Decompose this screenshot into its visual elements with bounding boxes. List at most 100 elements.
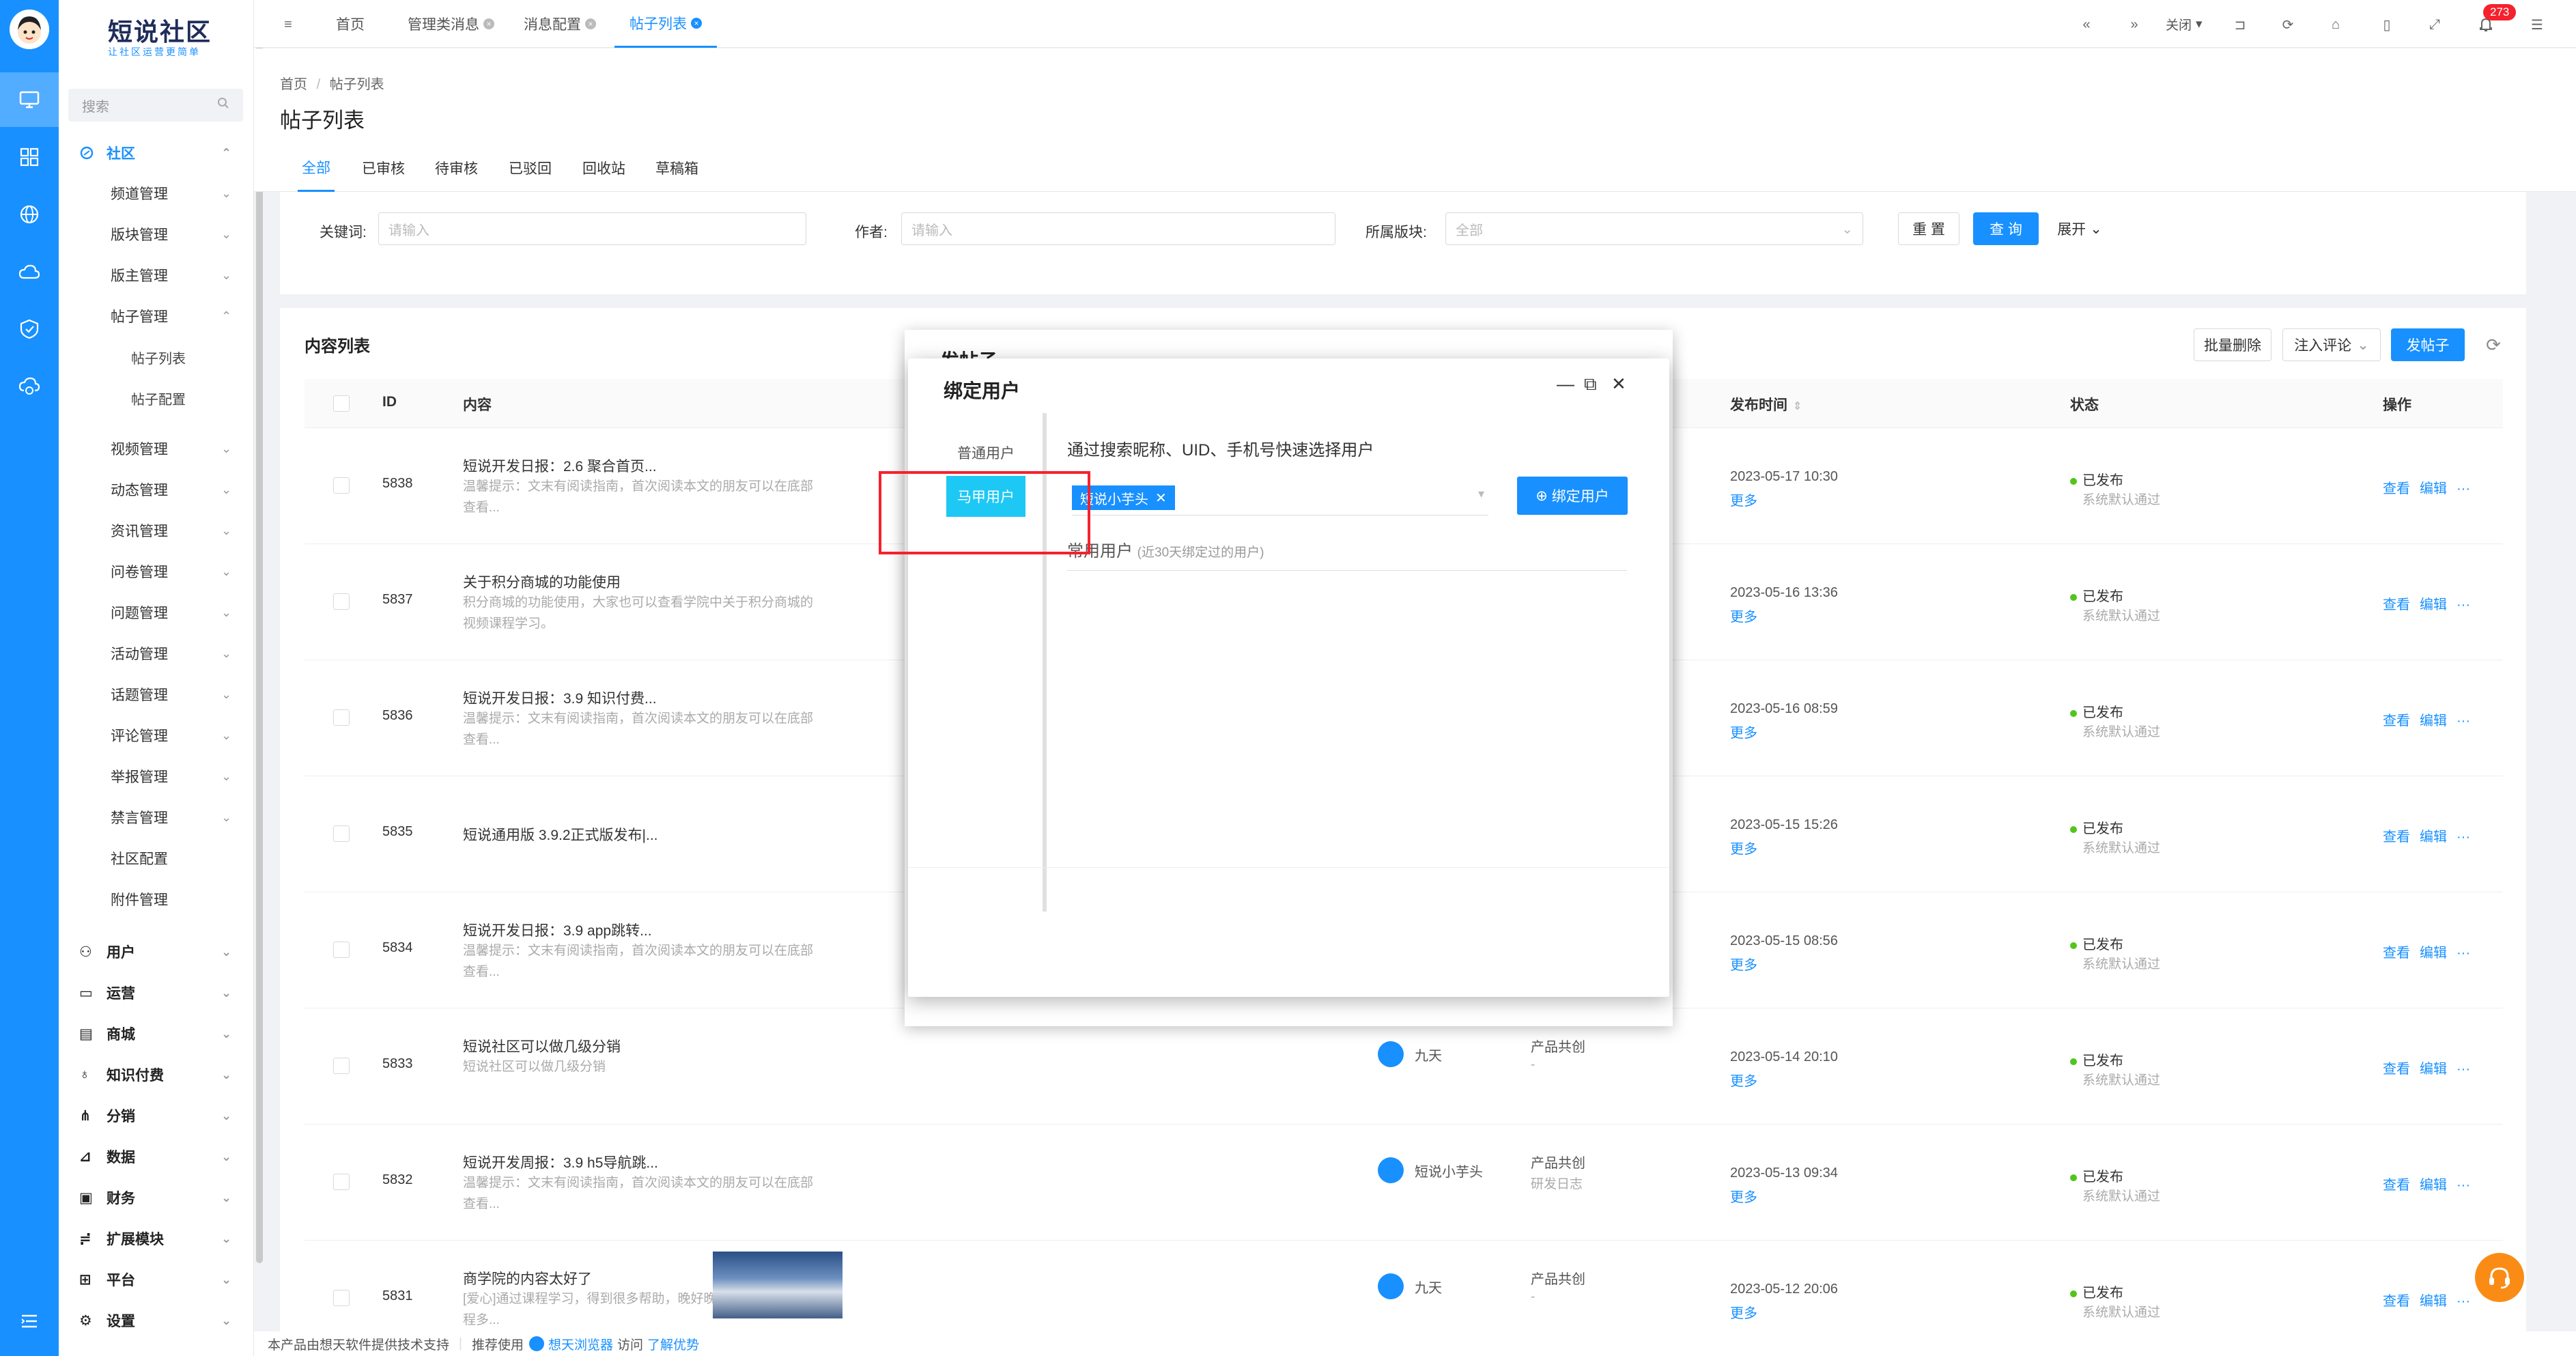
sidebar-item-extensions[interactable]: ≓ 扩展模块 ⌄ (59, 1220, 254, 1257)
view-link[interactable]: 查看 (2383, 946, 2410, 961)
tab-drafts[interactable]: 草稿箱 (655, 144, 698, 192)
row-checkbox[interactable] (333, 593, 350, 610)
globe-icon[interactable] (16, 201, 43, 228)
sidebar-item-questions[interactable]: 问题管理 ⌄ (59, 594, 254, 631)
row-checkbox[interactable] (333, 1174, 350, 1190)
footer-learn-more-link[interactable]: 了解优势 (647, 1335, 699, 1353)
sidebar-item-community-config[interactable]: 社区配置 (59, 840, 254, 877)
tab-admin-messages[interactable]: 管理类消息 × (408, 0, 494, 48)
sidebar-item-knowledge[interactable]: ♁ 知识付费 ⌄ (59, 1056, 254, 1093)
minimize-icon[interactable]: — (1557, 373, 1574, 395)
tab-recycle-bin[interactable]: 回收站 (582, 144, 625, 192)
sidebar-item-post-config[interactable]: 帖子配置 (59, 380, 254, 416)
row-more-link[interactable]: 更多 (1730, 1186, 1757, 1206)
tab-pending[interactable]: 待审核 (435, 144, 478, 192)
row-title[interactable]: 短说开发日报：2.6 聚合首页... (463, 455, 657, 476)
row-title[interactable]: 短说开发日报：3.9 知识付费... (463, 688, 657, 708)
scroll-left-icon[interactable]: « (2077, 15, 2096, 34)
row-title[interactable]: 商学院的内容太好了 (463, 1268, 592, 1288)
more-ops-icon[interactable]: ··· (2457, 481, 2470, 496)
keyword-input[interactable]: 请输入 (378, 212, 806, 245)
sidebar-item-attachments[interactable]: 附件管理 (59, 881, 254, 918)
tab-home[interactable]: 首页 (336, 0, 365, 48)
close-tabs-dropdown[interactable]: 关闭 ▾ (2166, 0, 2203, 48)
view-link[interactable]: 查看 (2383, 1178, 2410, 1193)
row-more-link[interactable]: 更多 (1730, 1302, 1757, 1322)
sidebar-item-moderators[interactable]: 版主管理 ⌄ (59, 257, 254, 294)
more-ops-icon[interactable]: ··· (2457, 597, 2470, 612)
more-ops-icon[interactable]: ··· (2457, 830, 2470, 845)
row-more-link[interactable]: 更多 (1730, 606, 1757, 625)
sidebar-item-community[interactable]: 社区 ⌃ (59, 135, 254, 171)
sidebar-item-activities[interactable]: 活动管理 ⌄ (59, 635, 254, 672)
view-link[interactable]: 查看 (2383, 597, 2410, 612)
sidebar-item-comments[interactable]: 评论管理 ⌄ (59, 717, 254, 754)
sidebar-item-distribution[interactable]: ⋔ 分销 ⌄ (59, 1097, 254, 1134)
row-thumbnail[interactable] (713, 1252, 843, 1318)
row-title[interactable]: 短说开发日报：3.9 app跳转... (463, 920, 652, 940)
more-ops-icon[interactable]: ··· (2457, 1178, 2470, 1193)
sidebar-item-data[interactable]: ⊿ 数据 ⌄ (59, 1138, 254, 1175)
row-author[interactable]: 九天 (1378, 1041, 1442, 1067)
edit-link[interactable]: 编辑 (2420, 1062, 2447, 1077)
close-icon[interactable]: × (483, 18, 494, 29)
refresh-icon[interactable]: ⟳ (2278, 15, 2297, 34)
view-link[interactable]: 查看 (2383, 1062, 2410, 1077)
menu-fold-icon[interactable]: ≡ (279, 15, 298, 34)
tab-approved[interactable]: 已审核 (362, 144, 405, 192)
row-title[interactable]: 关于积分商城的功能使用 (463, 571, 621, 592)
monitor-icon[interactable] (0, 72, 59, 127)
edit-link[interactable]: 编辑 (2420, 830, 2447, 845)
tab-message-config[interactable]: 消息配置 × (524, 0, 596, 48)
new-post-button[interactable]: 发帖子 (2391, 328, 2465, 361)
sidebar-item-post-list[interactable]: 帖子列表 (59, 339, 254, 376)
reset-button[interactable]: 重 置 (1898, 212, 1959, 245)
sidebar-search-input[interactable]: 搜索 (68, 89, 243, 122)
close-icon[interactable]: × (585, 18, 596, 29)
row-checkbox[interactable] (333, 477, 350, 494)
expand-button[interactable]: 展开 ⌄ (2052, 212, 2107, 245)
edit-link[interactable]: 编辑 (2420, 481, 2447, 496)
close-icon[interactable]: ✕ (1611, 373, 1626, 395)
mobile-icon[interactable]: ▯ (2377, 15, 2396, 34)
sidebar-item-mall[interactable]: ▤ 商城 ⌄ (59, 1015, 254, 1052)
collapse-menu-icon[interactable] (16, 1308, 43, 1335)
tab-rejected[interactable]: 已驳回 (509, 144, 552, 192)
row-checkbox[interactable] (333, 709, 350, 726)
column-header-publish-time[interactable]: 发布时间 ⇕ (1730, 394, 1802, 414)
hamburger-icon[interactable]: ☰ (2528, 15, 2547, 34)
row-author[interactable]: 九天 (1378, 1273, 1442, 1299)
scroll-right-icon[interactable]: » (2125, 15, 2144, 34)
tab-post-list[interactable]: 帖子列表 × (614, 0, 717, 48)
breadcrumb-home[interactable]: 首页 (280, 77, 307, 92)
sidebar-item-reports[interactable]: 举报管理 ⌄ (59, 758, 254, 795)
row-more-link[interactable]: 更多 (1730, 490, 1757, 509)
view-link[interactable]: 查看 (2383, 1294, 2410, 1309)
edit-link[interactable]: 编辑 (2420, 1294, 2447, 1309)
cloud-sync-icon[interactable] (16, 373, 43, 400)
grid-icon[interactable] (16, 143, 43, 171)
customer-service-button[interactable] (2475, 1253, 2524, 1302)
tab-all[interactable]: 全部 (298, 144, 335, 192)
shield-icon[interactable] (16, 315, 43, 343)
exit-icon[interactable]: ⊐ (2231, 15, 2250, 34)
bind-user-button[interactable]: ⊕ 绑定用户 (1517, 477, 1628, 515)
row-title[interactable]: 短说通用版 3.9.2正式版发布|... (463, 824, 658, 845)
inject-comment-dropdown[interactable]: 注入评论 ⌄ (2282, 328, 2381, 361)
sidebar-item-moments[interactable]: 动态管理 ⌄ (59, 471, 254, 508)
row-title[interactable]: 短说开发周报：3.9 h5导航跳... (463, 1152, 658, 1172)
sidebar-item-mutes[interactable]: 禁言管理 ⌄ (59, 799, 254, 836)
block-select[interactable]: 全部 ⌄ (1445, 212, 1863, 245)
maximize-icon[interactable]: ⧉ (1584, 373, 1597, 395)
sidebar-item-surveys[interactable]: 问卷管理 ⌄ (59, 553, 254, 590)
view-link[interactable]: 查看 (2383, 830, 2410, 845)
edit-link[interactable]: 编辑 (2420, 946, 2447, 961)
row-more-link[interactable]: 更多 (1730, 838, 1757, 858)
more-ops-icon[interactable]: ··· (2457, 946, 2470, 961)
row-more-link[interactable]: 更多 (1730, 1070, 1757, 1090)
close-icon[interactable]: × (691, 17, 702, 29)
fullscreen-icon[interactable]: ⤢ (2425, 15, 2444, 34)
row-checkbox[interactable] (333, 1290, 350, 1306)
sidebar-item-blocks[interactable]: 版块管理 ⌄ (59, 216, 254, 253)
edit-link[interactable]: 编辑 (2420, 597, 2447, 612)
